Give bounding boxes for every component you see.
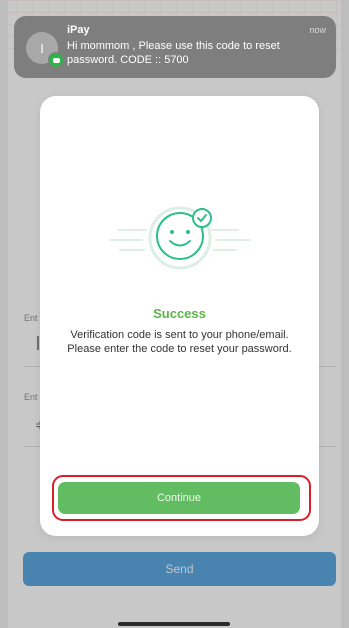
success-dialog: Success Verification code is sent to you… [40,96,319,536]
avatar-initial: I [40,40,44,56]
message-badge-icon [48,52,64,68]
success-message: Verification code is sent to your phone/… [67,329,292,355]
smiley-check-icon [109,206,251,270]
notification-time: now [309,25,326,35]
home-indicator[interactable] [118,622,230,626]
device-frame-right [341,0,349,628]
continue-button[interactable]: Continue [58,482,300,514]
push-notification[interactable]: I iPay now Hi mommom , Please use this c… [14,16,336,78]
success-title: Success [153,306,206,321]
notification-message: Hi mommom , Please use this code to rese… [67,40,280,66]
notification-app-name: iPay [67,24,90,36]
device-frame-left [0,0,8,628]
